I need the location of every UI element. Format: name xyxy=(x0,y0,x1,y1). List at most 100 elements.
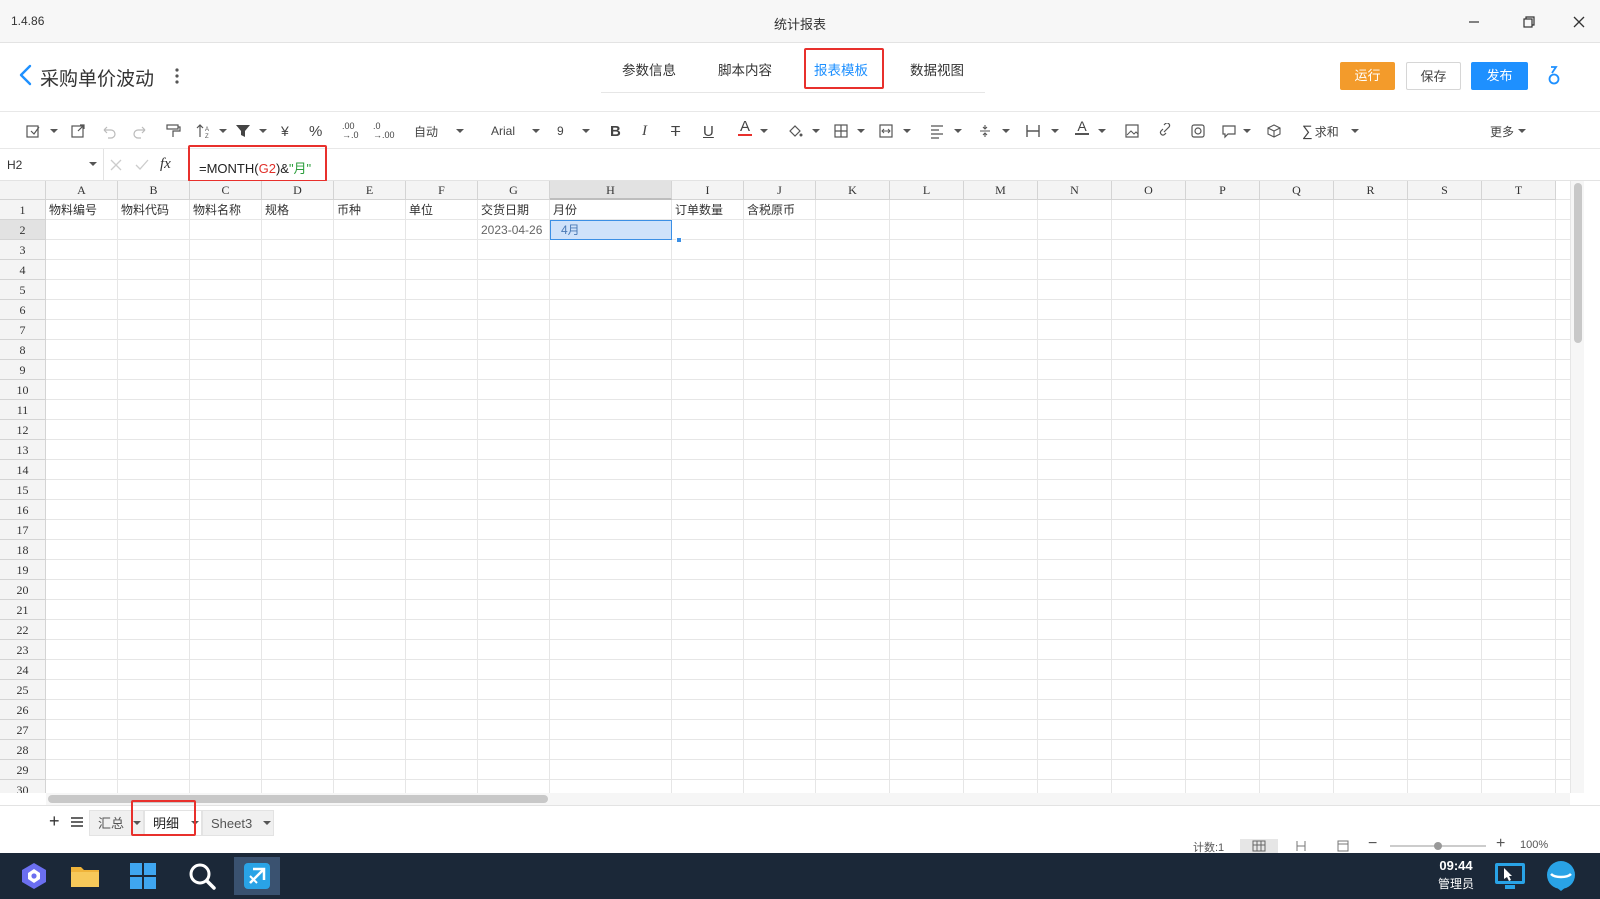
row-header-28[interactable]: 28 xyxy=(0,740,46,760)
normal-view-button[interactable] xyxy=(1240,839,1278,853)
currency-icon[interactable]: ¥ xyxy=(281,120,289,142)
row-header-12[interactable]: 12 xyxy=(0,420,46,440)
column-header-M[interactable]: M xyxy=(964,181,1038,200)
column-header-G[interactable]: G xyxy=(478,181,550,200)
insert-button[interactable] xyxy=(25,120,41,142)
number-format-dropdown-icon[interactable] xyxy=(456,129,464,133)
fill-color-dropdown-icon[interactable] xyxy=(812,129,820,133)
back-arrow-icon[interactable] xyxy=(16,63,36,87)
tab-script[interactable]: 脚本内容 xyxy=(697,49,793,93)
sum-dropdown-icon[interactable] xyxy=(1351,129,1359,133)
minimize-button[interactable] xyxy=(1461,10,1487,34)
search-button[interactable] xyxy=(182,857,222,895)
row-header-18[interactable]: 18 xyxy=(0,540,46,560)
insert-link-button[interactable] xyxy=(1157,120,1173,142)
cancel-edit-icon[interactable] xyxy=(110,159,122,171)
insert-dropdown-icon[interactable] xyxy=(50,129,58,133)
column-header-C[interactable]: C xyxy=(190,181,262,200)
undo-button[interactable] xyxy=(101,120,117,142)
cell-H2[interactable]: 4月 xyxy=(558,220,680,240)
redo-button[interactable] xyxy=(132,120,148,142)
row-header-23[interactable]: 23 xyxy=(0,640,46,660)
publish-button[interactable]: 发布 xyxy=(1471,62,1528,90)
add-sheet-icon[interactable]: + xyxy=(49,811,60,832)
column-header-Q[interactable]: Q xyxy=(1260,181,1334,200)
column-header-K[interactable]: K xyxy=(816,181,890,200)
row-header-30[interactable]: 30 xyxy=(0,780,46,793)
zoom-out-icon[interactable]: − xyxy=(1368,835,1377,853)
vertical-scroll-thumb[interactable] xyxy=(1574,183,1582,343)
row-header-1[interactable]: 1 xyxy=(0,200,46,220)
cell-F1[interactable]: 单位 xyxy=(406,200,478,220)
sheet-list-icon[interactable] xyxy=(71,817,83,827)
column-header-H[interactable]: H xyxy=(550,181,672,200)
column-width-dropdown-icon[interactable] xyxy=(1051,129,1059,133)
column-header-O[interactable]: O xyxy=(1112,181,1186,200)
cell-J1[interactable]: 含税原币 xyxy=(744,200,816,220)
zoom-slider[interactable] xyxy=(1390,842,1486,850)
cell-A1[interactable]: 物料编号 xyxy=(46,200,118,220)
filter-dropdown-icon[interactable] xyxy=(259,129,267,133)
column-header-T[interactable]: T xyxy=(1482,181,1556,200)
restore-button[interactable] xyxy=(1516,10,1542,34)
zoom-in-icon[interactable]: + xyxy=(1496,835,1505,853)
column-header-E[interactable]: E xyxy=(334,181,406,200)
cell-E1[interactable]: 币种 xyxy=(334,200,406,220)
shape-button[interactable] xyxy=(1266,120,1282,142)
italic-icon[interactable]: I xyxy=(642,120,647,142)
font-color-button[interactable]: A xyxy=(738,119,752,142)
row-header-3[interactable]: 3 xyxy=(0,240,46,260)
borders-dropdown-icon[interactable] xyxy=(857,129,865,133)
cell-G1[interactable]: 交货日期 xyxy=(478,200,550,220)
start-button[interactable] xyxy=(123,857,163,895)
column-header-B[interactable]: B xyxy=(118,181,190,200)
font-family-select[interactable]: Arial xyxy=(491,120,515,142)
row-header-11[interactable]: 11 xyxy=(0,400,46,420)
vertical-align-dropdown-icon[interactable] xyxy=(1002,129,1010,133)
strikethrough-icon[interactable]: T xyxy=(671,120,680,142)
row-header-4[interactable]: 4 xyxy=(0,260,46,280)
select-all-corner[interactable] xyxy=(0,181,46,200)
text-style-button[interactable]: A xyxy=(1075,119,1089,142)
page-layout-view-icon[interactable] xyxy=(1336,840,1350,852)
row-header-7[interactable]: 7 xyxy=(0,320,46,340)
cell-I1[interactable]: 订单数量 xyxy=(672,200,744,220)
filter-button[interactable] xyxy=(235,120,251,142)
format-painter-button[interactable] xyxy=(165,120,181,142)
insert-image-button[interactable] xyxy=(1124,120,1140,142)
align-button[interactable] xyxy=(929,120,945,142)
row-header-29[interactable]: 29 xyxy=(0,760,46,780)
merge-cells-button[interactable] xyxy=(878,120,894,142)
column-header-R[interactable]: R xyxy=(1334,181,1408,200)
percent-icon[interactable]: % xyxy=(309,120,322,142)
row-header-21[interactable]: 21 xyxy=(0,600,46,620)
number-format-select[interactable]: 自动 xyxy=(414,120,438,142)
column-header-I[interactable]: I xyxy=(672,181,744,200)
cell-H1[interactable]: 月份 xyxy=(550,200,672,220)
tab-params[interactable]: 参数信息 xyxy=(601,49,697,93)
remote-desktop-button[interactable] xyxy=(1490,857,1530,895)
font-size-select[interactable]: 9 xyxy=(557,120,564,142)
row-header-19[interactable]: 19 xyxy=(0,560,46,580)
row-header-27[interactable]: 27 xyxy=(0,720,46,740)
row-header-9[interactable]: 9 xyxy=(0,360,46,380)
font-family-dropdown-icon[interactable] xyxy=(532,129,540,133)
column-header-F[interactable]: F xyxy=(406,181,478,200)
app-launcher-button[interactable] xyxy=(14,857,54,895)
run-button[interactable]: 运行 xyxy=(1340,62,1395,90)
assistant-icon[interactable] xyxy=(1547,65,1561,87)
taskbar-clock[interactable]: 09:44 管理员 xyxy=(1426,858,1486,892)
formula-input[interactable]: =MONTH(G2)&"月" xyxy=(199,158,311,177)
column-header-D[interactable]: D xyxy=(262,181,334,200)
tab-data-view[interactable]: 数据视图 xyxy=(889,49,985,93)
page-break-view-icon[interactable] xyxy=(1294,840,1308,852)
report-app-button[interactable] xyxy=(234,857,280,895)
row-header-20[interactable]: 20 xyxy=(0,580,46,600)
more-button[interactable]: 更多 xyxy=(1490,120,1514,142)
row-header-8[interactable]: 8 xyxy=(0,340,46,360)
row-header-2[interactable]: 2 xyxy=(0,220,46,240)
font-color-dropdown-icon[interactable] xyxy=(760,129,768,133)
more-menu-icon[interactable] xyxy=(172,67,182,85)
chart-button[interactable] xyxy=(1190,120,1206,142)
borders-button[interactable] xyxy=(833,120,849,142)
